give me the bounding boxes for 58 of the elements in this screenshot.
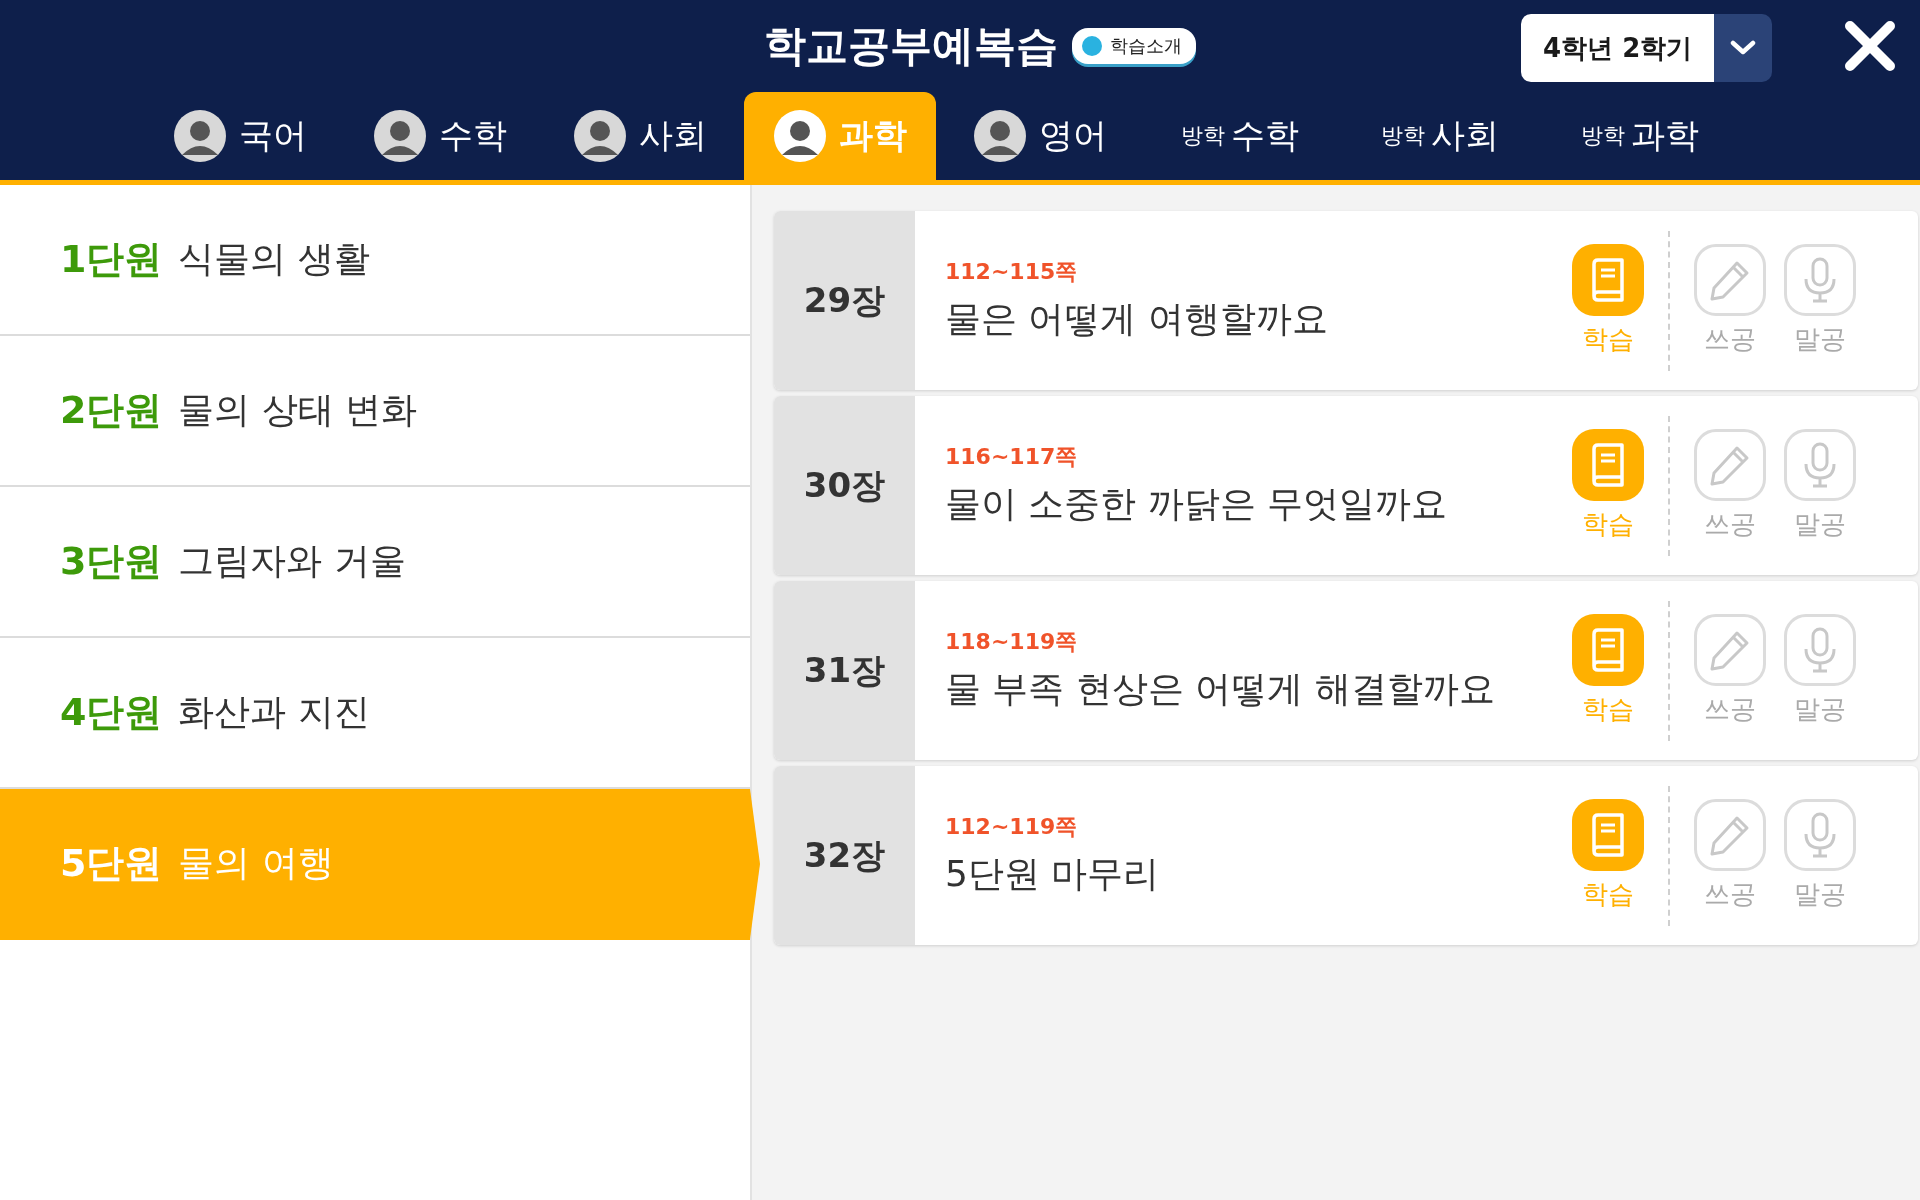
lesson-title: 물은 어떻게 여행할까요 <box>945 297 1329 341</box>
pencil-button[interactable] <box>1694 614 1766 686</box>
action-label: 학습 <box>1582 508 1634 541</box>
book-button[interactable] <box>1572 614 1644 686</box>
chapter-label: 31장 <box>774 581 915 760</box>
mic-button[interactable] <box>1784 799 1856 871</box>
action-label: 쓰공 <box>1704 878 1756 911</box>
action-label: 쓰공 <box>1704 693 1756 726</box>
intro-button[interactable]: 학습소개 <box>1072 28 1196 64</box>
pencil-icon <box>1709 629 1751 671</box>
pencil-button[interactable] <box>1694 244 1766 316</box>
chapter-label: 32장 <box>774 766 915 945</box>
chapter-label: 30장 <box>774 396 915 575</box>
page-range: 116~117쪽 <box>945 443 1079 471</box>
book-button[interactable] <box>1572 429 1644 501</box>
book-button[interactable] <box>1572 799 1644 871</box>
action-label: 학습 <box>1582 878 1634 911</box>
unit-item[interactable]: 1단원 식물의 생활 <box>0 185 750 336</box>
pencil-button[interactable] <box>1694 799 1766 871</box>
mic-button[interactable] <box>1784 429 1856 501</box>
page-range: 118~119쪽 <box>945 628 1079 656</box>
chapter-label: 29장 <box>774 211 915 390</box>
microphone-icon <box>1803 812 1837 858</box>
microphone-icon <box>1803 257 1837 303</box>
action-label: 학습 <box>1582 323 1634 356</box>
app-title: 학교공부예복습 <box>764 20 1058 72</box>
close-icon[interactable] <box>1844 20 1896 72</box>
page-range: 112~115쪽 <box>945 258 1079 286</box>
subject-tab[interactable]: 영어 <box>944 92 1136 180</box>
mic-button[interactable] <box>1784 244 1856 316</box>
pencil-icon <box>1709 444 1751 486</box>
unit-item[interactable]: 2단원 물의 상태 변화 <box>0 336 750 487</box>
subject-tab[interactable]: 방학 사회 <box>1344 92 1536 180</box>
microphone-icon <box>1803 627 1837 673</box>
lesson-title: 물 부족 현상은 어떻게 해결할까요 <box>945 667 1496 711</box>
lesson-title: 5단원 마무리 <box>945 852 1161 896</box>
chevron-down-icon <box>1730 40 1757 56</box>
lesson-title: 물이 소중한 까닭은 무엇일까요 <box>945 482 1449 526</box>
action-label: 말공 <box>1794 508 1846 541</box>
subject-tab[interactable]: 국어 <box>144 92 336 180</box>
action-label: 말공 <box>1794 323 1846 356</box>
subject-tab[interactable]: 수학 <box>344 92 536 180</box>
page-range: 112~119쪽 <box>945 813 1079 841</box>
action-label: 쓰공 <box>1704 323 1756 356</box>
book-button[interactable] <box>1572 244 1644 316</box>
pencil-icon <box>1709 259 1751 301</box>
pencil-icon <box>1709 814 1751 856</box>
action-label: 쓰공 <box>1704 508 1756 541</box>
microphone-icon <box>1803 442 1837 488</box>
subject-tab[interactable]: 방학 수학 <box>1144 92 1336 180</box>
action-label: 말공 <box>1794 878 1846 911</box>
pencil-button[interactable] <box>1694 429 1766 501</box>
subject-tab[interactable]: 사회 <box>544 92 736 180</box>
action-label: 말공 <box>1794 693 1846 726</box>
mic-button[interactable] <box>1784 614 1856 686</box>
unit-item[interactable]: 3단원 그림자와 거울 <box>0 487 750 638</box>
action-label: 학습 <box>1582 693 1634 726</box>
subject-tab[interactable]: 방학 과학 <box>1544 92 1736 180</box>
